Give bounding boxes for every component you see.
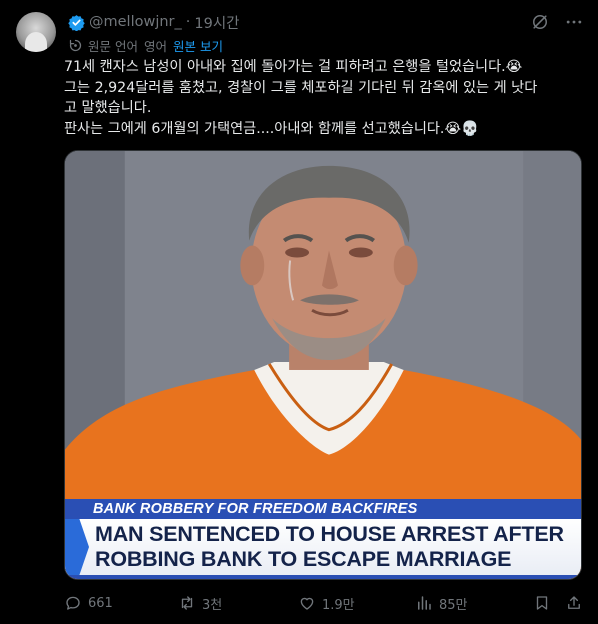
show-original-link[interactable]: 원본 보기 <box>173 36 223 55</box>
news-banner: BANK ROBBERY FOR FREEDOM BACKFIRES MAN S… <box>65 499 581 579</box>
repost-button[interactable]: 3천 <box>178 592 222 614</box>
views-button[interactable]: 85만 <box>415 592 468 614</box>
more-icon[interactable] <box>564 12 584 32</box>
views-icon <box>418 596 431 610</box>
banner-headline: MAN SENTENCED TO HOUSE ARREST AFTER ROBB… <box>65 519 581 575</box>
bookmark-icon <box>536 596 548 610</box>
bookmark-button[interactable] <box>533 592 551 614</box>
timestamp[interactable]: 19시간 <box>194 12 239 33</box>
share-button[interactable] <box>565 592 583 614</box>
reply-button[interactable]: 661 <box>64 592 113 614</box>
banner-kicker: BANK ROBBERY FOR FREEDOM BACKFIRES <box>93 501 418 517</box>
translation-label: 원문 언어 <box>88 38 138 54</box>
views-count: 85만 <box>439 597 468 613</box>
translation-bar: 원문 언어 영어 원본 보기 <box>68 36 223 54</box>
reply-count: 661 <box>88 595 113 611</box>
tweet-media[interactable]: BANK ROBBERY FOR FREEDOM BACKFIRES MAN S… <box>64 150 582 580</box>
repost-count: 3천 <box>202 597 223 613</box>
headline-line-1: MAN SENTENCED TO HOUSE ARREST AFTER <box>95 522 564 546</box>
repost-icon <box>181 596 193 610</box>
banner-bottom-strip <box>65 575 581 579</box>
share-icon <box>568 596 580 609</box>
author-handle[interactable]: @mellowjnr_ <box>89 14 182 30</box>
translation-language: 영어 <box>143 38 167 54</box>
like-button[interactable]: 1.9만 <box>298 592 355 614</box>
like-icon <box>300 597 314 610</box>
translate-icon <box>69 39 82 51</box>
verified-badge-icon <box>68 14 85 31</box>
tweet-line: 그는 2,924달러를 훔쳤고, 경찰이 그를 체포하길 기다린 뒤 감옥에 있… <box>64 79 538 96</box>
tweet-line: 판사는 그에게 6개월의 가택연금....아내와 함께를 선고했습니다.😭💀 <box>64 120 479 137</box>
headline-line-2: ROBBING BANK TO ESCAPE MARRIAGE <box>95 547 512 571</box>
separator-dot: · <box>185 14 191 30</box>
avatar[interactable] <box>16 12 56 52</box>
top-actions <box>530 12 584 32</box>
tweet-line: 71세 캔자스 남성이 아내와 집에 돌아가는 걸 피하려고 은행을 털었습니다… <box>64 59 523 75</box>
like-count: 1.9만 <box>322 597 355 613</box>
action-bar: 661 3천 1.9만 85만 <box>64 592 584 614</box>
reply-icon <box>66 596 80 610</box>
banner-top-strip: BANK ROBBERY FOR FREEDOM BACKFIRES <box>65 499 581 519</box>
tweet-line: 고 말했습니다. <box>64 100 152 116</box>
grok-icon[interactable] <box>530 12 550 32</box>
tweet-header: @mellowjnr_ · 19시간 <box>68 12 240 32</box>
tweet-text: 71세 캔자스 남성이 아내와 집에 돌아가는 걸 피하려고 은행을 털었습니다… <box>64 57 584 139</box>
